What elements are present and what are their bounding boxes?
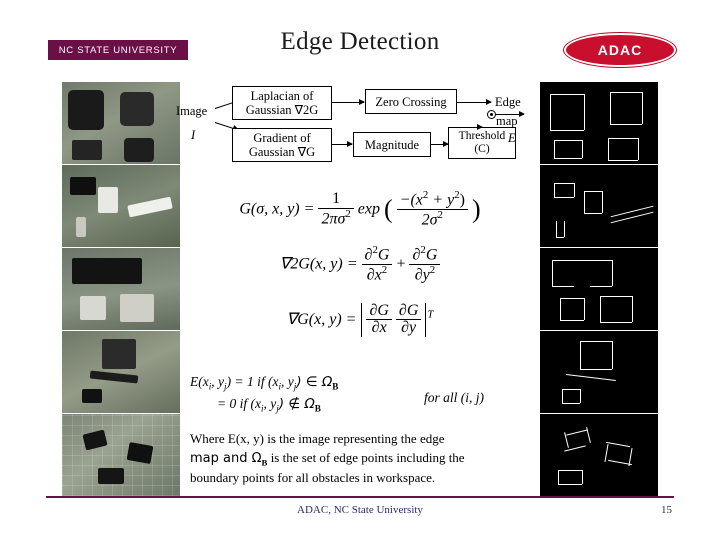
equation-gaussian-close-paren: )	[472, 194, 481, 224]
box-zero-crossing-label: Zero Crossing	[375, 94, 447, 109]
adac-logo-text: ADAC	[597, 42, 643, 58]
equation-gradient-lhs: ∇G(x, y) =	[286, 310, 357, 328]
source-photo-2	[62, 165, 180, 247]
equation-gradient-matrix: ∂G ∂x ∂G ∂y	[361, 302, 427, 338]
equation-gaussian-exp: exp	[357, 200, 380, 218]
footer-page-number: 15	[661, 504, 672, 516]
edge-photo-5	[540, 414, 658, 496]
arrow-log-to-zc	[332, 99, 365, 105]
equation-gradient-term1: ∂G ∂x	[366, 302, 392, 338]
edge-map-strip	[540, 82, 658, 496]
source-photo-4	[62, 331, 180, 413]
arrow-gog-to-magnitude	[332, 141, 353, 147]
summing-junction	[487, 110, 496, 119]
source-photo-1	[62, 82, 180, 164]
edge-photo-1	[540, 82, 658, 164]
equation-laplacian-term1: ∂2G ∂x2	[361, 245, 393, 284]
where-line2: map and ΩB is the set of edge points inc…	[190, 449, 465, 468]
where-line1: Where E(x, y) is the image representing …	[190, 431, 445, 446]
edge-map-label-line3: E	[508, 131, 516, 145]
adac-logo: ADAC	[564, 33, 676, 67]
equation-gaussian-open-paren: (	[383, 194, 393, 224]
diagram-input-sublabel: I	[191, 128, 196, 142]
source-photo-5	[62, 414, 180, 496]
slide: NC STATE UNIVERSITY Edge Detection ADAC	[0, 0, 720, 540]
box-threshold-line2: (C)	[474, 143, 490, 155]
edge-photo-2	[540, 165, 658, 247]
box-gradient-line1: Gradient of	[253, 131, 311, 145]
box-threshold-line1: Threshold	[458, 130, 506, 143]
equation-gaussian-prefactor: 1 2πσ2	[318, 190, 354, 228]
edge-photo-3	[540, 248, 658, 330]
equation-gradient-term2: ∂G ∂y	[395, 302, 422, 338]
box-gradient-line2: Gaussian ∇G	[248, 145, 316, 159]
box-magnitude-label: Magnitude	[364, 137, 420, 152]
equation-gradient: ∇G(x, y) = ∂G ∂x ∂G ∂y T	[186, 302, 534, 338]
box-magnitude: Magnitude	[353, 132, 431, 157]
box-gradient-of-gaussian: Gradient of Gaussian ∇G	[232, 128, 332, 162]
footer-divider	[46, 496, 674, 498]
edge-photo-4	[540, 331, 658, 413]
box-zero-crossing: Zero Crossing	[365, 89, 457, 114]
box-laplacian-line1: Laplacian of	[250, 89, 314, 103]
equation-laplacian-term2: ∂2G ∂y2	[409, 245, 441, 284]
arrow-magnitude-to-threshold	[431, 141, 449, 147]
arrow-zc-to-edgemap	[457, 99, 492, 105]
equation-laplacian-plus: +	[396, 255, 406, 273]
equation-gaussian-exponent: −(x2 + y2) 2σ2	[396, 189, 468, 229]
edge-map-label-line1: Edge	[495, 95, 521, 109]
source-photo-3	[62, 248, 180, 330]
block-diagram: Image I Laplacian of Gaussian ∇2G Zero C…	[176, 86, 536, 166]
for-all-annotation: for all (i, j)	[424, 390, 484, 405]
diagram-input-label: Image	[176, 104, 208, 118]
source-image-strip	[62, 82, 180, 496]
where-description: Where E(x, y) is the image representing …	[190, 430, 525, 488]
box-laplacian-of-gaussian: Laplacian of Gaussian ∇2G	[232, 86, 332, 120]
footer-center-text: ADAC, NC State University	[297, 504, 423, 516]
equation-laplacian-lhs: ∇2G(x, y) =	[279, 255, 358, 273]
equation-laplacian: ∇2G(x, y) = ∂2G ∂x2 + ∂2G ∂y2	[186, 245, 534, 284]
edge-map-label-line2: map	[496, 114, 518, 128]
equation-gaussian: G(σ, x, y) = 1 2πσ2 exp ( −(x2 + y2) 2σ2…	[186, 189, 534, 229]
where-line3: boundary points for all obstacles in wor…	[190, 470, 436, 486]
equation-gaussian-lhs: G(σ, x, y) =	[239, 200, 315, 218]
box-laplacian-line2: Gaussian ∇2G	[245, 103, 319, 117]
box-threshold: Threshold (C)	[448, 127, 516, 159]
equations-block: G(σ, x, y) = 1 2πσ2 exp ( −(x2 + y2) 2σ2…	[186, 189, 534, 338]
equation-gradient-transpose: T	[427, 308, 434, 321]
